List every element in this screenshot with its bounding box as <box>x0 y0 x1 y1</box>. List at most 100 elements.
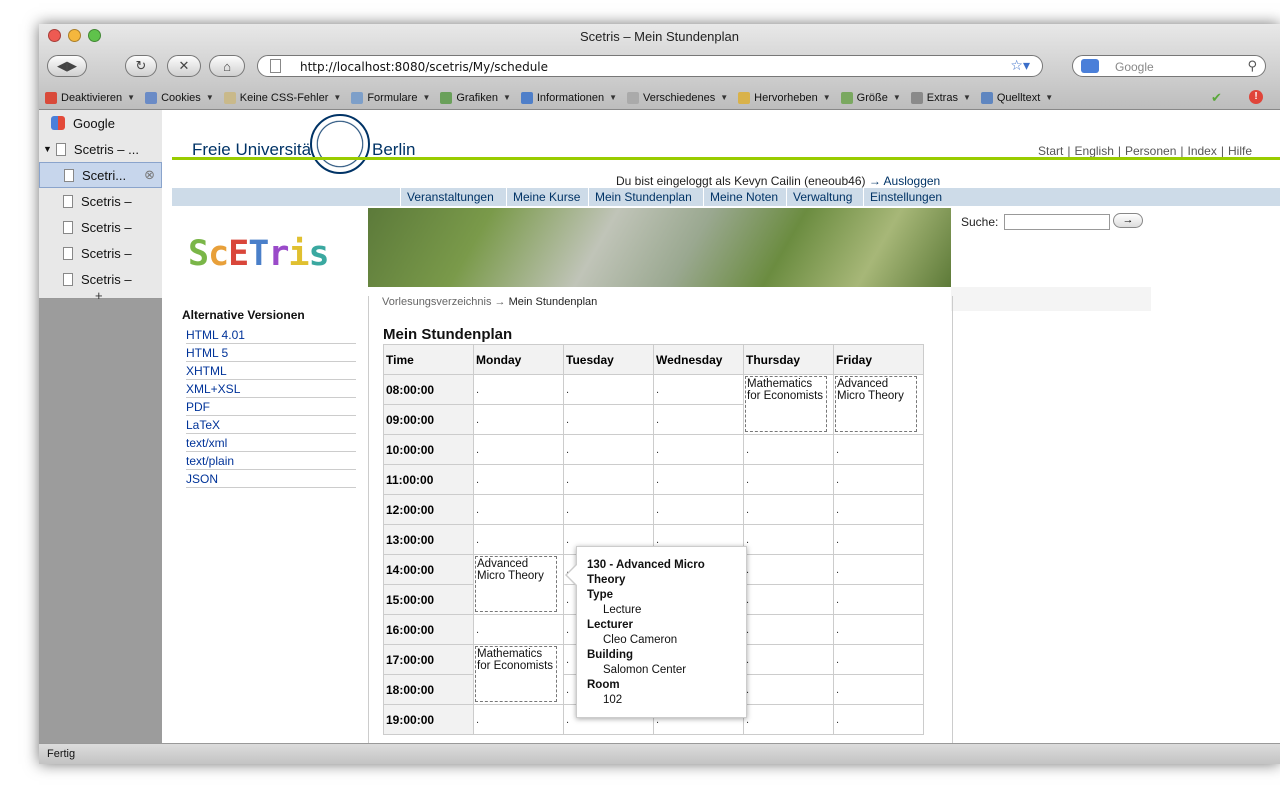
column-header: Wednesday <box>653 344 744 375</box>
nav-separator: | <box>1220 144 1224 158</box>
title-bar: Scetris – Mein Stundenplan <box>39 24 1280 48</box>
new-tab-button[interactable]: + <box>95 288 103 303</box>
column-header: Monday <box>473 344 564 375</box>
top-nav-link[interactable]: Personen <box>1125 144 1176 158</box>
magnifier-icon[interactable]: ⚲ <box>1247 58 1257 74</box>
event-block[interactable]: Mathematics for Economists <box>475 646 557 702</box>
bookmark-item[interactable]: Quelltext ▼ <box>980 91 1053 104</box>
tools-icon <box>910 91 923 104</box>
main-nav: Veranstaltungen Meine Kurse Mein Stundenpl… <box>172 188 1280 206</box>
event-cell: Advanced Micro Theory <box>833 374 924 435</box>
tab-scetris[interactable]: Scetri... ⊗ <box>39 162 162 188</box>
source-icon <box>980 91 993 104</box>
main-nav-item[interactable]: Mein Stundenplan <box>588 188 698 206</box>
alternative-version-link[interactable]: text/plain <box>186 452 356 470</box>
bookmark-item[interactable]: Verschiedenes ▼ <box>627 91 728 104</box>
time-cell: 09:00:00 <box>383 404 474 435</box>
top-nav-link[interactable]: English <box>1075 144 1114 158</box>
event-block[interactable]: Mathematics for Economists <box>745 376 827 432</box>
main-nav-item[interactable]: Veranstaltungen <box>400 188 500 206</box>
alternative-version-link[interactable]: LaTeX <box>186 416 356 434</box>
alternative-version-link[interactable]: HTML 5 <box>186 344 356 362</box>
back-forward-button[interactable]: ◀▶ <box>47 55 87 77</box>
site-search-input[interactable] <box>1004 214 1110 230</box>
tab-scetris[interactable]: ▼ Scetris – ... <box>39 136 162 162</box>
top-nav-link[interactable]: Index <box>1188 144 1217 158</box>
event-block[interactable]: Advanced Micro Theory <box>835 376 917 432</box>
table-row: 08:00:00... Mathematics for Economists Adv… <box>383 374 924 435</box>
bookmark-item[interactable]: Cookies ▼ <box>145 91 214 104</box>
page-icon <box>64 168 74 182</box>
css-icon <box>223 91 236 104</box>
logout-link[interactable]: → Ausloggen <box>869 174 940 188</box>
page-icon <box>63 194 73 208</box>
alternative-version-link[interactable]: text/xml <box>186 434 356 452</box>
url-bar[interactable]: http://localhost:8080/scetris/My/schedul… <box>257 55 1043 77</box>
top-nav-link[interactable]: Hilfe <box>1228 144 1252 158</box>
reload-button[interactable]: ↻ <box>125 55 157 77</box>
bookmark-item[interactable]: Deaktivieren ▼ <box>45 91 136 104</box>
event-block[interactable]: Advanced Micro Theory <box>475 556 557 612</box>
main-nav-item[interactable]: Einstellungen <box>863 188 948 206</box>
search-placeholder: Google <box>1115 60 1154 74</box>
top-nav-link[interactable]: Start <box>1038 144 1063 158</box>
dropdown-arrow-icon: ▼ <box>127 93 136 102</box>
main-nav-item[interactable]: Meine Noten <box>703 188 784 206</box>
bookmark-item[interactable]: Grafiken ▼ <box>440 91 511 104</box>
page-icon <box>63 246 73 260</box>
nav-separator: | <box>1117 144 1121 158</box>
error-icon[interactable]: ! <box>1249 90 1263 104</box>
bookmark-star-icon[interactable]: ☆▾ <box>1010 58 1030 74</box>
empty-cell: . <box>473 374 564 405</box>
main-nav-item[interactable]: Meine Kurse <box>506 188 586 206</box>
search-box[interactable]: Google ⚲ <box>1072 55 1266 77</box>
bookmark-item[interactable]: Formulare ▼ <box>351 91 430 104</box>
site-search-button[interactable]: → <box>1113 213 1143 228</box>
main-nav-item[interactable]: Verwaltung <box>786 188 858 206</box>
alternative-version-link[interactable]: JSON <box>186 470 356 488</box>
empty-cell: . <box>473 464 564 495</box>
alternative-version-link[interactable]: HTML 4.01 <box>186 326 356 344</box>
bookmark-item[interactable]: Extras ▼ <box>910 91 971 104</box>
group-toggle-icon[interactable]: ▼ <box>43 144 52 154</box>
empty-cell: . <box>743 554 834 585</box>
time-cell: 08:00:00 <box>383 374 474 405</box>
time-cell: 15:00:00 <box>383 584 474 615</box>
close-tab-icon[interactable]: ⊗ <box>144 167 155 183</box>
scetris-logo: ScETris <box>188 234 330 274</box>
tab-scetris[interactable]: Scetris – <box>39 214 162 240</box>
tab-google[interactable]: Google <box>39 110 162 136</box>
alternative-version-link[interactable]: XML+XSL <box>186 380 356 398</box>
cookies-icon <box>145 91 158 104</box>
empty-cell: . <box>653 464 744 495</box>
bookmark-item[interactable]: Größe ▼ <box>840 91 901 104</box>
time-cell: 10:00:00 <box>383 434 474 465</box>
bookmark-item[interactable]: Informationen ▼ <box>520 91 618 104</box>
alternative-version-link[interactable]: XHTML <box>186 362 356 380</box>
breadcrumb-parent[interactable]: Vorlesungsverzeichnis <box>382 296 491 308</box>
time-cell: 19:00:00 <box>383 704 474 735</box>
fu-seal-icon <box>310 114 370 174</box>
tab-scetris[interactable]: Scetris – <box>39 188 162 214</box>
empty-cell: . <box>473 404 564 435</box>
stop-button[interactable]: ✕ <box>167 55 201 77</box>
column-header: Thursday <box>743 344 834 375</box>
images-icon <box>440 91 453 104</box>
google-icon[interactable] <box>1081 59 1099 73</box>
column-header: Time <box>383 344 474 375</box>
bookmark-label: Hervorheben <box>754 91 818 104</box>
bookmark-item[interactable]: Hervorheben ▼ <box>738 91 831 104</box>
bookmark-label: Informationen <box>536 91 605 104</box>
empty-cell: . <box>653 374 744 405</box>
logo-letter: s <box>308 234 329 274</box>
bookmark-label: Extras <box>926 91 958 104</box>
bookmark-label: Verschiedenes <box>643 91 716 104</box>
dropdown-arrow-icon: ▼ <box>609 93 618 102</box>
dropdown-arrow-icon: ▼ <box>502 93 511 102</box>
home-button[interactable]: ⌂ <box>209 55 245 77</box>
logo-letter: c <box>208 234 229 274</box>
valid-check-icon[interactable]: ✔ <box>1211 90 1222 106</box>
bookmark-item[interactable]: Keine CSS-Fehler ▼ <box>223 91 341 104</box>
alternative-version-link[interactable]: PDF <box>186 398 356 416</box>
tab-scetris[interactable]: Scetris – <box>39 240 162 266</box>
